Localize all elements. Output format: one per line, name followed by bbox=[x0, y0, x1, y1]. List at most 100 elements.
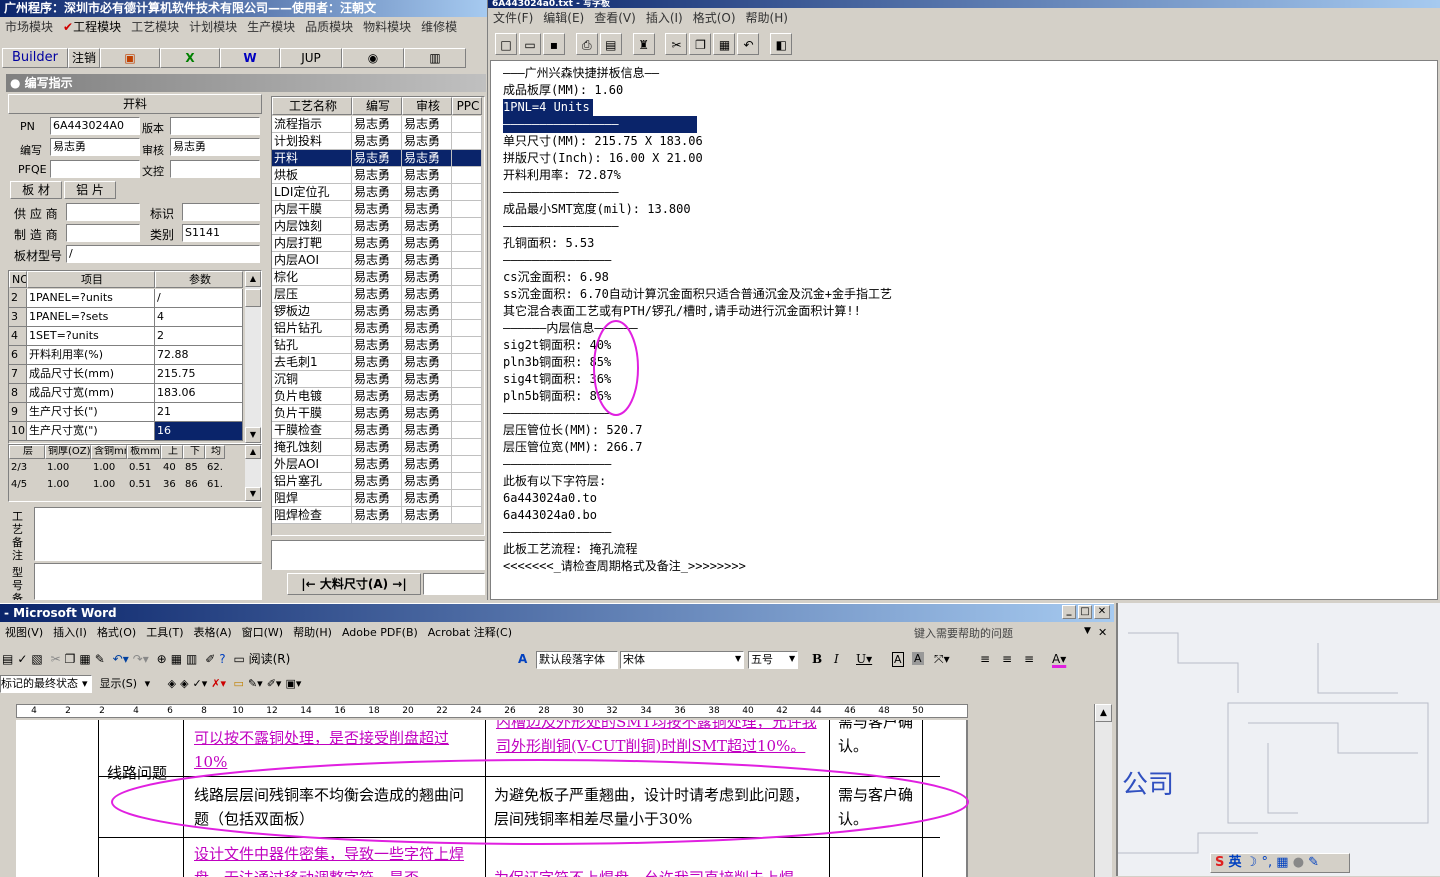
process-row[interactable]: 内层打靶 bbox=[272, 235, 352, 252]
layer-scrollbar[interactable]: ▲ ▼ bbox=[245, 445, 261, 501]
model-input[interactable]: / bbox=[66, 245, 260, 263]
pn-input[interactable]: 6A443024A0 bbox=[50, 117, 140, 135]
menu-item-2[interactable]: 工艺模块 bbox=[126, 18, 184, 36]
copy-icon[interactable]: ❐ bbox=[65, 648, 76, 670]
builder-button[interactable]: Builder bbox=[2, 48, 68, 68]
process-cell[interactable] bbox=[452, 337, 482, 354]
italic-icon[interactable]: I bbox=[834, 652, 839, 666]
process-row[interactable]: 计划投料 bbox=[272, 133, 352, 150]
hyperlink-icon[interactable]: ⊕ bbox=[157, 648, 167, 670]
show-menu[interactable]: 显示(S) ▾ bbox=[100, 674, 151, 694]
form-icon-button[interactable]: ▣ bbox=[100, 48, 160, 68]
process-row[interactable]: 流程指示 bbox=[272, 116, 352, 133]
keyboard-icon[interactable]: ▦ bbox=[1276, 855, 1288, 870]
process-cell[interactable]: 易志勇 bbox=[352, 388, 402, 405]
process-row[interactable]: LDI定位孔 bbox=[272, 184, 352, 201]
process-row[interactable]: 阻焊 bbox=[272, 490, 352, 507]
param-cell[interactable]: 2 bbox=[155, 327, 243, 346]
find-icon[interactable]: ♜ bbox=[632, 33, 655, 55]
process-cell[interactable]: 易志勇 bbox=[402, 456, 452, 473]
accept-change-icon[interactable]: ✓▾ bbox=[193, 674, 208, 694]
process-cell[interactable]: 易志勇 bbox=[402, 201, 452, 218]
process-cell[interactable]: 易志勇 bbox=[402, 405, 452, 422]
process-header[interactable]: 审核 bbox=[402, 97, 452, 115]
process-cell[interactable] bbox=[452, 405, 482, 422]
process-cell[interactable]: 易志勇 bbox=[402, 303, 452, 320]
process-row[interactable]: 阻焊检查 bbox=[272, 507, 352, 524]
pfqe-input[interactable] bbox=[50, 160, 140, 178]
char-border-icon[interactable]: A bbox=[892, 652, 904, 667]
process-cell[interactable]: 易志勇 bbox=[352, 303, 402, 320]
font-select[interactable]: 宋体 bbox=[620, 651, 744, 669]
char-scale-icon[interactable]: ⤧▾ bbox=[934, 652, 950, 667]
reading-button[interactable]: ▭ 阅读(R) bbox=[233, 648, 294, 670]
print-icon[interactable]: ⎙ bbox=[575, 33, 598, 55]
process-cell[interactable]: 易志勇 bbox=[402, 235, 452, 252]
process-cell[interactable] bbox=[452, 439, 482, 456]
maximize-button[interactable]: □ bbox=[1078, 605, 1092, 619]
process-cell[interactable]: 易志勇 bbox=[352, 167, 402, 184]
preview-icon[interactable]: ▤ bbox=[599, 33, 622, 55]
process-cell[interactable]: 易志勇 bbox=[352, 405, 402, 422]
param-scrollbar[interactable]: ▲ ▼ bbox=[245, 271, 261, 443]
vertical-scrollbar[interactable]: ▲ bbox=[1094, 704, 1112, 877]
process-cell[interactable]: 易志勇 bbox=[352, 269, 402, 286]
category-input[interactable]: S1141 bbox=[182, 224, 260, 242]
process-cell[interactable]: 易志勇 bbox=[402, 388, 452, 405]
wrench-icon[interactable]: ✎ bbox=[1308, 855, 1319, 870]
process-cell[interactable]: 易志勇 bbox=[402, 439, 452, 456]
save-icon[interactable]: ▪ bbox=[543, 33, 565, 55]
menu-item-5[interactable]: 品质模块 bbox=[300, 18, 358, 36]
param-cell[interactable]: 215.75 bbox=[155, 365, 243, 384]
wordpad-menu-item[interactable]: 帮助(H) bbox=[741, 9, 793, 27]
eye-icon-button[interactable]: ◉ bbox=[342, 48, 404, 68]
param-cell[interactable]: 72.88 bbox=[155, 346, 243, 365]
track-changes-icon[interactable]: ✐▾ bbox=[267, 674, 282, 694]
prev-change-icon[interactable]: ◈ bbox=[168, 674, 176, 694]
wordpad-menu-item[interactable]: 查看(V) bbox=[589, 9, 641, 27]
tab-aluminum[interactable]: 铝 片 bbox=[64, 181, 116, 199]
process-cell[interactable]: 易志勇 bbox=[352, 218, 402, 235]
align-right-icon[interactable]: ≡ bbox=[1024, 652, 1034, 666]
logout-button[interactable]: 注销 bbox=[68, 48, 100, 68]
process-cell[interactable] bbox=[452, 150, 482, 167]
process-cell[interactable]: 易志勇 bbox=[352, 422, 402, 439]
version-input[interactable] bbox=[170, 117, 260, 135]
open-icon[interactable]: ▭ bbox=[519, 33, 541, 55]
process-cell[interactable] bbox=[452, 473, 482, 490]
param-cell[interactable]: 183.06 bbox=[155, 384, 243, 403]
undo-icon[interactable]: ↶▾ bbox=[113, 648, 129, 670]
paste-icon[interactable]: ▦ bbox=[79, 648, 90, 670]
reject-change-icon[interactable]: ✗▾ bbox=[211, 674, 226, 694]
process-row[interactable]: 内层蚀刻 bbox=[272, 218, 352, 235]
process-cell[interactable]: 易志勇 bbox=[352, 201, 402, 218]
model-remark-textarea[interactable] bbox=[34, 563, 262, 600]
next-change-icon[interactable]: ◈ bbox=[180, 674, 188, 694]
word-menu-item[interactable]: 表格(A) bbox=[189, 624, 237, 642]
process-cell[interactable]: 易志勇 bbox=[352, 473, 402, 490]
process-note-input[interactable] bbox=[271, 540, 485, 570]
process-cell[interactable] bbox=[452, 286, 482, 303]
process-cell[interactable] bbox=[452, 422, 482, 439]
scroll-up-button[interactable]: ▲ bbox=[245, 445, 261, 459]
process-cell[interactable]: 易志勇 bbox=[402, 218, 452, 235]
process-cell[interactable]: 易志勇 bbox=[352, 320, 402, 337]
word-menu-item[interactable]: Adobe PDF(B) bbox=[337, 624, 423, 642]
process-cell[interactable]: 易志勇 bbox=[402, 252, 452, 269]
underline-icon[interactable]: U▾ bbox=[856, 652, 872, 666]
markup-state-select[interactable]: 标记的最终状态 ▾ bbox=[0, 675, 92, 693]
doc-input[interactable] bbox=[170, 160, 260, 178]
menu-item-3[interactable]: 计划模块 bbox=[184, 18, 242, 36]
process-cell[interactable]: 易志勇 bbox=[352, 439, 402, 456]
param-cell[interactable]: 4 bbox=[155, 308, 243, 327]
process-cell[interactable]: 易志勇 bbox=[402, 320, 452, 337]
process-row[interactable]: 棕化 bbox=[272, 269, 352, 286]
supplier-input[interactable] bbox=[66, 203, 140, 221]
help-icon[interactable]: ? bbox=[219, 648, 225, 670]
close-button[interactable]: ✕ bbox=[1094, 605, 1110, 619]
word-menu-item[interactable]: Acrobat 注释(C) bbox=[423, 624, 517, 642]
process-cell[interactable]: 易志勇 bbox=[352, 116, 402, 133]
datetime-icon[interactable]: ◧ bbox=[770, 33, 793, 55]
process-cell[interactable]: 易志勇 bbox=[352, 286, 402, 303]
punct-icon[interactable]: °, bbox=[1261, 855, 1272, 870]
